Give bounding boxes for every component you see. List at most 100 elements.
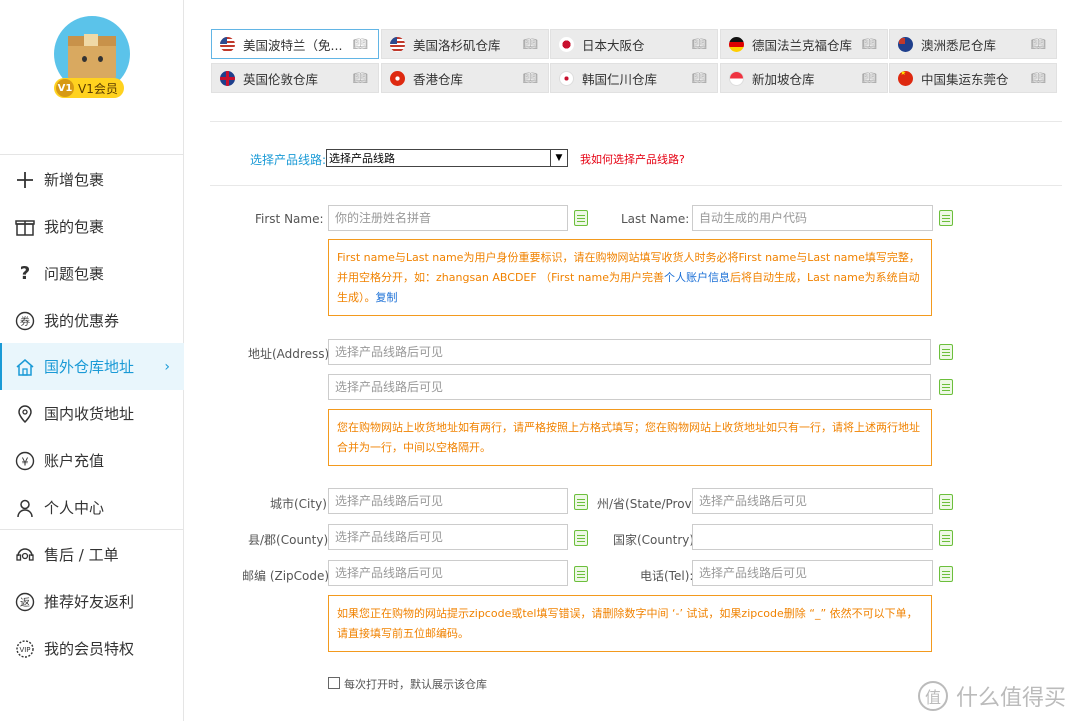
copy-icon[interactable] bbox=[936, 210, 953, 228]
address-line1-input[interactable] bbox=[328, 339, 931, 365]
tab-label: 香港仓库 bbox=[413, 71, 464, 87]
personal-info-link[interactable]: 个人账户信息 bbox=[664, 271, 730, 284]
book-icon[interactable]: 📖︎ bbox=[353, 37, 368, 51]
tab-warehouse-los-angeles[interactable]: 美国洛杉矶仓库 📖︎ bbox=[381, 29, 549, 59]
sidebar-item-recharge[interactable]: ¥ 账户充值 bbox=[0, 437, 184, 484]
copy-icon[interactable] bbox=[936, 379, 953, 397]
chevron-right-icon: › bbox=[164, 358, 170, 375]
us-flag-icon bbox=[390, 36, 405, 52]
avatar-eye-left bbox=[82, 56, 87, 62]
tab-label: 中国集运东莞仓 bbox=[921, 71, 1009, 87]
headset-icon bbox=[14, 544, 36, 566]
gift-box-icon bbox=[14, 216, 36, 238]
copy-icon[interactable] bbox=[571, 210, 588, 228]
sidebar-item-label: 账户充值 bbox=[44, 452, 105, 470]
name-note: First name与Last name为用户身份重要标识，请在购物网站填写收货… bbox=[328, 239, 932, 316]
state-input[interactable] bbox=[692, 488, 933, 514]
hk-flag-icon bbox=[390, 70, 405, 86]
address-line2-input[interactable] bbox=[328, 374, 931, 400]
sg-flag-icon bbox=[729, 70, 744, 86]
route-label: 选择产品线路: bbox=[250, 153, 327, 167]
route-help-link[interactable]: 我如何选择产品线路? bbox=[580, 151, 685, 167]
country-input[interactable] bbox=[692, 524, 933, 550]
sidebar-item-label: 推荐好友返利 bbox=[44, 593, 135, 611]
sidebar-item-after-sales[interactable]: 售后 / 工单 bbox=[0, 531, 184, 578]
copy-icon[interactable] bbox=[936, 530, 953, 548]
tab-warehouse-incheon[interactable]: 韩国仁川仓库 📖︎ bbox=[550, 63, 718, 93]
sidebar-item-profile[interactable]: 个人中心 bbox=[0, 484, 184, 531]
tab-warehouse-sydney[interactable]: 澳洲悉尼仓库 📖︎ bbox=[889, 29, 1057, 59]
watermark-logo-icon: 值 bbox=[917, 681, 948, 711]
tel-input[interactable] bbox=[692, 560, 933, 586]
copy-link[interactable]: 复制 bbox=[376, 291, 398, 304]
book-icon[interactable]: 📖︎ bbox=[1031, 37, 1046, 51]
svg-text:返: 返 bbox=[20, 597, 30, 609]
uk-flag-icon bbox=[220, 70, 235, 86]
book-icon[interactable]: 📖︎ bbox=[692, 71, 707, 85]
user-avatar-block[interactable]: V1 V1会员 bbox=[50, 16, 134, 100]
tab-warehouse-frankfurt[interactable]: 德国法兰克福仓库 📖︎ bbox=[720, 29, 888, 59]
zip-label: 邮编 (ZipCode): bbox=[242, 569, 334, 583]
book-icon[interactable]: 📖︎ bbox=[523, 37, 538, 51]
route-select[interactable]: 选择产品线路 ▼ bbox=[326, 149, 568, 167]
rebate-icon: 返 bbox=[14, 591, 36, 613]
copy-icon[interactable] bbox=[936, 494, 953, 512]
tab-warehouse-dongguan[interactable]: 中国集运东莞仓 📖︎ bbox=[889, 63, 1057, 93]
copy-icon[interactable] bbox=[936, 566, 953, 584]
copy-icon[interactable] bbox=[571, 566, 588, 584]
sidebar-item-referral-rebate[interactable]: 返 推荐好友返利 bbox=[0, 578, 184, 625]
cn-flag-icon bbox=[898, 70, 913, 86]
tab-warehouse-hong-kong[interactable]: 香港仓库 📖︎ bbox=[381, 63, 549, 93]
chevron-down-icon: ▼ bbox=[550, 150, 567, 166]
coupon-icon: 券 bbox=[14, 310, 36, 332]
sidebar-item-label: 个人中心 bbox=[44, 499, 105, 517]
last-name-input[interactable] bbox=[692, 205, 933, 231]
sidebar-item-label: 售后 / 工单 bbox=[44, 546, 119, 564]
sidebar-item-label: 我的包裹 bbox=[44, 218, 105, 236]
copy-icon[interactable] bbox=[571, 494, 588, 512]
au-flag-icon bbox=[898, 36, 913, 52]
address-note: 您在购物网站上收货地址如有两行，请严格按照上方格式填写；您在购物网站上收货地址如… bbox=[328, 409, 932, 466]
sidebar-item-overseas-warehouse[interactable]: 国外仓库地址 › bbox=[0, 343, 184, 390]
tab-label: 澳洲悉尼仓库 bbox=[921, 37, 997, 53]
copy-icon[interactable] bbox=[571, 530, 588, 548]
sidebar-item-domestic-address[interactable]: 国内收货地址 bbox=[0, 390, 184, 437]
zip-note: 如果您正在购物的网站提示zipcode或tel填写错误，请删除数字中间 ‘-’ … bbox=[328, 595, 932, 652]
sidebar-item-my-packages[interactable]: 我的包裹 bbox=[0, 203, 184, 250]
default-warehouse-checkbox[interactable] bbox=[328, 677, 340, 689]
book-icon[interactable]: 📖︎ bbox=[692, 37, 707, 51]
tab-label: 美国洛杉矶仓库 bbox=[413, 37, 501, 53]
zip-input[interactable] bbox=[328, 560, 568, 586]
svg-text:¥: ¥ bbox=[22, 455, 29, 468]
sidebar-item-label: 国外仓库地址 bbox=[44, 358, 135, 376]
first-name-input[interactable] bbox=[328, 205, 568, 231]
vip-badge: V1 V1会员 bbox=[54, 78, 124, 98]
sidebar-item-vip-privileges[interactable]: VIP 我的会员特权 bbox=[0, 625, 184, 672]
tab-label: 新加坡仓库 bbox=[752, 71, 815, 87]
us-flag-icon bbox=[220, 36, 235, 52]
book-icon[interactable]: 📖︎ bbox=[353, 71, 368, 85]
book-icon[interactable]: 📖︎ bbox=[523, 71, 538, 85]
city-input[interactable] bbox=[328, 488, 568, 514]
tab-warehouse-singapore[interactable]: 新加坡仓库 📖︎ bbox=[720, 63, 888, 93]
book-icon[interactable]: 📖︎ bbox=[1031, 71, 1046, 85]
tab-warehouse-osaka[interactable]: 日本大阪仓 📖︎ bbox=[550, 29, 718, 59]
sidebar-item-new-package[interactable]: 新增包裹 bbox=[0, 156, 184, 203]
sidebar-item-coupons[interactable]: 券 我的优惠券 bbox=[0, 297, 184, 344]
county-input[interactable] bbox=[328, 524, 568, 550]
tab-warehouse-portland[interactable]: 美国波特兰（免... 📖︎ bbox=[211, 29, 379, 59]
tab-warehouse-london[interactable]: 英国伦敦仓库 📖︎ bbox=[211, 63, 379, 93]
section-divider bbox=[210, 185, 1062, 186]
address-label: 地址(Address): bbox=[248, 347, 334, 361]
sidebar: V1 V1会员 新增包裹 我的包裹 ? 问题包裹 券 我的优惠券 国外仓库地址 … bbox=[0, 0, 184, 721]
page: V1 V1会员 新增包裹 我的包裹 ? 问题包裹 券 我的优惠券 国外仓库地址 … bbox=[0, 0, 1080, 721]
book-icon[interactable]: 📖︎ bbox=[862, 37, 877, 51]
default-warehouse-label[interactable]: 每次打开时，默认展示该仓库 bbox=[344, 676, 487, 692]
sidebar-divider bbox=[0, 529, 184, 530]
vip-icon: VIP bbox=[14, 638, 36, 660]
copy-icon[interactable] bbox=[936, 344, 953, 362]
zip-note-text: 如果您正在购物的网站提示zipcode或tel填写错误，请删除数字中间 ‘-’ … bbox=[337, 607, 918, 640]
sidebar-item-label: 我的优惠券 bbox=[44, 312, 120, 330]
sidebar-item-problem-packages[interactable]: ? 问题包裹 bbox=[0, 250, 184, 297]
book-icon[interactable]: 📖︎ bbox=[862, 71, 877, 85]
